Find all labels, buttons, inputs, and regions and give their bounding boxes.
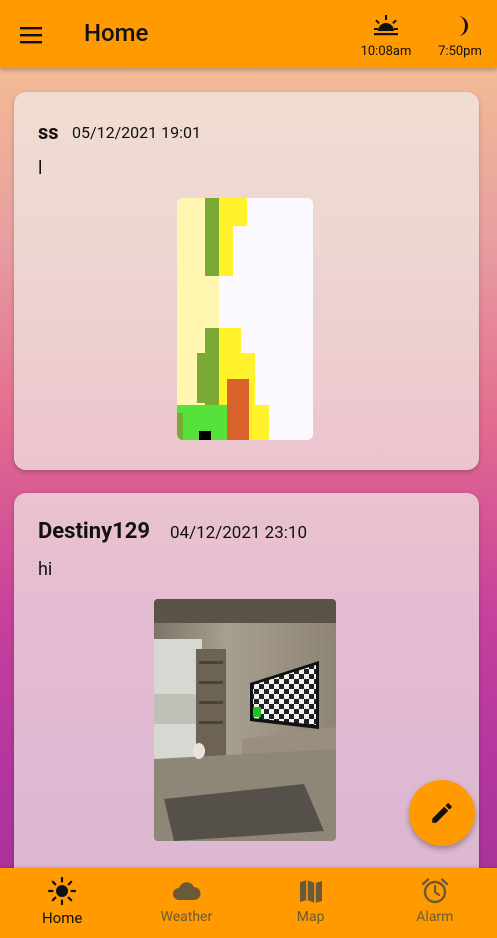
post-username: Destiny129: [38, 519, 151, 544]
post-date: 04/12/2021 23:10: [170, 523, 308, 543]
nav-item-weather[interactable]: Weather: [124, 868, 248, 938]
compose-button[interactable]: [409, 780, 475, 846]
page-title: Home: [84, 19, 149, 47]
edit-pencil-icon: [432, 803, 452, 823]
nav-item-map[interactable]: Map: [249, 868, 373, 938]
moon-icon: [458, 16, 468, 36]
post-image[interactable]: [177, 198, 313, 440]
sunset-indicator: 7:50pm: [432, 14, 488, 59]
app-bar: Home 10:08am 7:50pm: [0, 0, 497, 68]
sunrise-icon: [374, 15, 398, 36]
sunset-time: 7:50pm: [438, 44, 482, 59]
post-date: 05/12/2021 19:01: [72, 123, 201, 142]
post-message: hi: [38, 559, 53, 580]
post-card[interactable]: ss 05/12/2021 19:01 l: [14, 92, 479, 470]
nav-label-alarm: Alarm: [416, 909, 454, 925]
sun-icon: [48, 876, 77, 906]
alarm-clock-icon: [421, 878, 449, 904]
nav-label-map: Map: [296, 909, 325, 925]
sunrise-time: 10:08am: [360, 44, 412, 59]
nav-label-home: Home: [41, 909, 83, 927]
nav-item-alarm[interactable]: Alarm: [373, 868, 497, 938]
post-username: ss: [38, 120, 59, 144]
bottom-navigation: Home Weather Map Alarm: [0, 868, 497, 938]
sunrise-indicator: 10:08am: [356, 14, 416, 59]
nav-item-home[interactable]: Home: [0, 868, 124, 938]
hamburger-menu-icon[interactable]: [14, 18, 48, 52]
feed[interactable]: ss 05/12/2021 19:01 l Destiny129 04/12/2…: [0, 68, 497, 868]
post-message: l: [38, 158, 43, 179]
map-icon: [299, 880, 322, 903]
cloud-icon: [173, 882, 201, 900]
post-image[interactable]: [154, 599, 336, 841]
nav-label-weather: Weather: [160, 909, 213, 925]
